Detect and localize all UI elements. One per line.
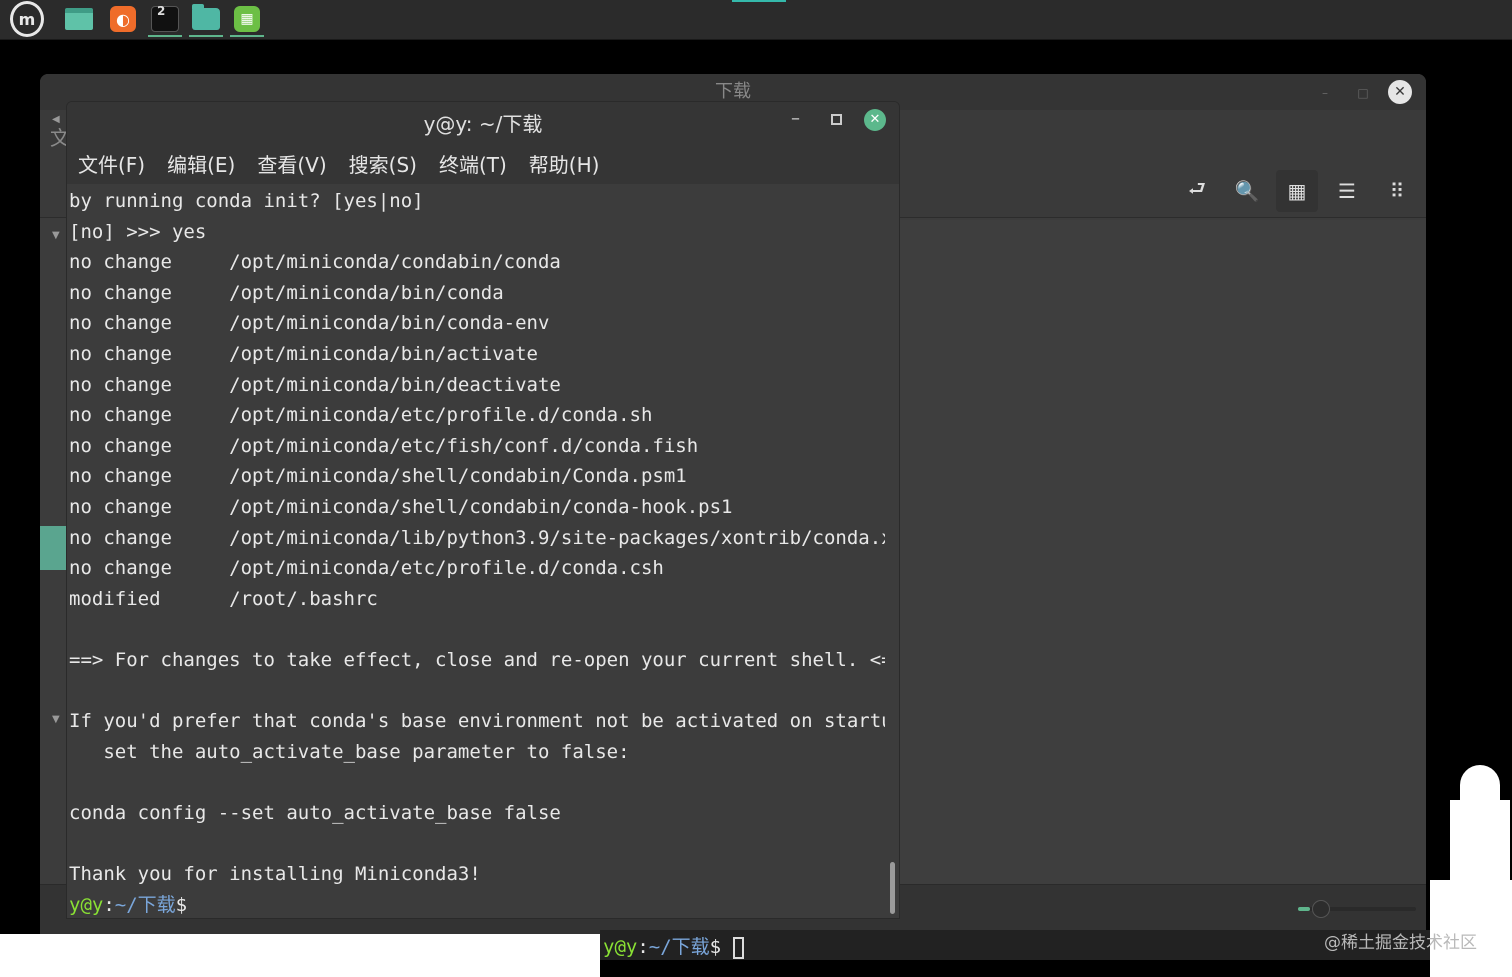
terminal-line: set the auto_activate_base parameter to … xyxy=(69,740,630,763)
panel-accent xyxy=(732,0,786,2)
skyline-tower xyxy=(1450,800,1510,890)
terminal-title: y@y: ~/下载 xyxy=(423,112,543,136)
grid-view-icon[interactable]: ▦ xyxy=(1276,170,1318,212)
menu-search[interactable]: 搜索(S) xyxy=(338,148,428,182)
terminal-line: no change /opt/miniconda/shell/condabin/… xyxy=(69,465,687,488)
show-desktop-icon[interactable] xyxy=(62,3,96,35)
search-icon[interactable]: 🔍 xyxy=(1226,170,1268,212)
terminal-line: no change /opt/miniconda/bin/deactivate xyxy=(69,373,561,396)
menu-view[interactable]: 查看(V) xyxy=(246,148,337,182)
prompt-separator: : xyxy=(103,893,115,916)
location-toggle-icon[interactable]: ⮐ xyxy=(1176,170,1218,212)
menu-help[interactable]: 帮助(H) xyxy=(518,148,611,182)
terminal-line: modified /root/.bashrc xyxy=(69,587,378,610)
mint-logo: m xyxy=(10,1,44,37)
terminal-line: no change /opt/miniconda/condabin/conda xyxy=(69,251,561,274)
terminal-minimize-button[interactable]: – xyxy=(791,108,800,129)
terminal-line: no change /opt/miniconda/bin/conda-env xyxy=(69,312,550,335)
zoom-slider-fill xyxy=(1298,907,1310,911)
fm-selected-place[interactable] xyxy=(40,526,68,570)
list-view-icon[interactable]: ☰ xyxy=(1326,170,1368,212)
compact-view-icon[interactable]: ⠿ xyxy=(1376,170,1418,212)
fm-maximize-button[interactable]: □ xyxy=(1352,82,1374,104)
menu-terminal[interactable]: 终端(T) xyxy=(428,148,518,182)
terminal-line: no change /opt/miniconda/shell/condabin/… xyxy=(69,495,733,518)
terminal-maximize-button[interactable] xyxy=(831,114,842,125)
terminal-scrollbar[interactable] xyxy=(890,862,895,914)
terminal-icon[interactable]: 2 xyxy=(148,3,182,37)
top-panel: m ◐ 2 ▦ xyxy=(0,0,1512,40)
terminal-line: conda config --set auto_activate_base fa… xyxy=(69,801,561,824)
zoom-slider[interactable] xyxy=(1298,900,1416,918)
terminal-line: no change /opt/miniconda/bin/conda xyxy=(69,281,504,304)
skyline-ground xyxy=(0,934,600,977)
terminal-menubar: 文件(F) 编辑(E) 查看(V) 搜索(S) 终端(T) 帮助(H) xyxy=(67,148,610,182)
menu-edit[interactable]: 编辑(E) xyxy=(156,148,246,182)
calculator-icon[interactable]: ▦ xyxy=(230,3,264,37)
terminal-prompt: y@y:~/下载$ xyxy=(69,890,885,918)
fm-minimize-button[interactable]: – xyxy=(1314,82,1336,104)
terminal-line: no change /opt/miniconda/lib/python3.9/s… xyxy=(69,526,885,549)
terminal-titlebar: y@y: ~/下载 – ✕ 文件(F) 编辑(E) 查看(V) 搜索(S) 终端… xyxy=(67,102,899,184)
fm-close-button[interactable]: ✕ xyxy=(1388,80,1412,104)
menu-file[interactable]: 文件(F) xyxy=(67,148,156,182)
firefox-icon[interactable]: ◐ xyxy=(106,3,140,35)
fm-expand-icon: ◀ xyxy=(52,114,60,125)
terminal-window: y@y: ~/下载 – ✕ 文件(F) 编辑(E) 查看(V) 搜索(S) 终端… xyxy=(66,101,900,919)
skyline-dome xyxy=(1460,765,1500,805)
fm-file-area[interactable] xyxy=(900,220,1426,884)
fm-collapse-icon-2[interactable]: ▼ xyxy=(52,714,60,725)
prompt-user: y@y xyxy=(69,893,104,916)
terminal-line: If you'd prefer that conda's base enviro… xyxy=(69,710,885,733)
terminal-line: no change /opt/miniconda/etc/fish/conf.d… xyxy=(69,434,699,457)
files-icon[interactable] xyxy=(189,3,223,37)
fm-terminal-prompt: y@y:~/下载$ xyxy=(603,932,744,959)
terminal-line: ==> For changes to take effect, close an… xyxy=(69,648,885,671)
fm-collapse-icon[interactable]: ▼ xyxy=(52,230,60,241)
watermark: @稀土掘金技术社区 xyxy=(1324,933,1477,953)
zoom-slider-handle[interactable] xyxy=(1311,900,1330,918)
terminal-line: Thank you for installing Miniconda3! xyxy=(69,863,481,886)
terminal-line: no change /opt/miniconda/etc/profile.d/c… xyxy=(69,557,664,580)
prompt-path: ~/下载 xyxy=(114,893,176,916)
fm-embedded-terminal[interactable]: y@y:~/下载$ xyxy=(600,930,1430,960)
terminal-line: by running conda init? [yes|no] xyxy=(69,190,424,212)
terminal-close-button[interactable]: ✕ xyxy=(864,109,886,131)
terminal-window-count: 2 xyxy=(157,4,166,18)
terminal-output[interactable]: by running conda init? [yes|no] [no] >>> … xyxy=(69,186,885,918)
terminal-line: no change /opt/miniconda/bin/activate xyxy=(69,342,538,365)
terminal-line: no change /opt/miniconda/etc/profile.d/c… xyxy=(69,404,653,427)
prompt-suffix: $ xyxy=(175,893,188,916)
terminal-cursor xyxy=(732,936,744,959)
terminal-line: [no] >>> yes xyxy=(69,220,207,243)
linux-mint-menu-icon[interactable]: m xyxy=(10,1,44,37)
